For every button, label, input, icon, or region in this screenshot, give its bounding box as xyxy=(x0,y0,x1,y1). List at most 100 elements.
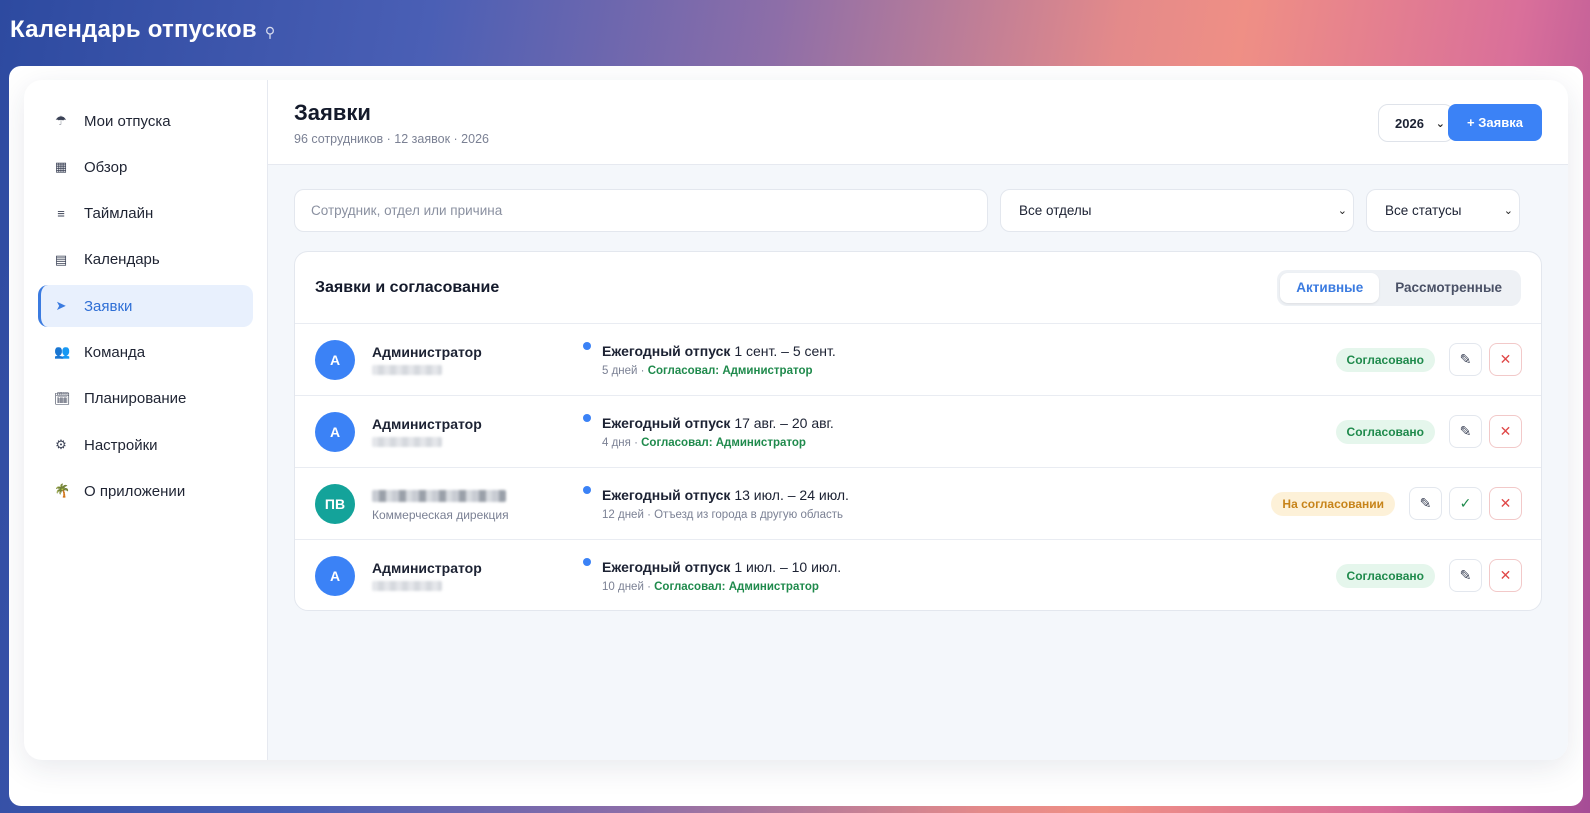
page-subtitle: 96 сотрудников · 12 заявок · 2026 xyxy=(294,132,489,146)
reject-button[interactable]: ✕ xyxy=(1489,415,1522,448)
vacation-type: Ежегодный отпуск xyxy=(602,343,731,359)
sidebar-item-my-vacations[interactable]: ☂ Мои отпуска xyxy=(38,100,253,142)
sidebar-item-timeline[interactable]: ≡ Таймлайн xyxy=(38,193,253,235)
status-value: Все статусы xyxy=(1385,203,1462,218)
tab-reviewed[interactable]: Рассмотренные xyxy=(1379,273,1518,303)
tabs-switch: Активные Рассмотренные xyxy=(1277,269,1521,306)
main-panel: ☂ Мои отпуска ▦ Обзор ≡ Таймлайн ▤ Кален… xyxy=(24,80,1568,760)
request-row: А Администратор Ежегодный отпуск 1 июл. … xyxy=(295,540,1541,610)
send-icon: ➤ xyxy=(55,298,67,314)
requests-card: Заявки и согласование Активные Рассмотре… xyxy=(294,251,1542,611)
vacation-days: 5 дней xyxy=(602,365,638,377)
status-select[interactable]: Все статусы ⌄ xyxy=(1366,189,1520,232)
sidebar: ☂ Мои отпуска ▦ Обзор ≡ Таймлайн ▤ Кален… xyxy=(24,80,268,760)
gear-icon: ⚙ xyxy=(55,437,67,453)
sidebar-item-label: Мои отпуска xyxy=(84,112,171,130)
card-header: Заявки и согласование Активные Рассмотре… xyxy=(295,252,1541,324)
vacation-info: Ежегодный отпуск 1 сент. – 5 сент. xyxy=(602,343,836,359)
reject-button[interactable]: ✕ xyxy=(1489,559,1522,592)
vacation-days: 10 дней xyxy=(602,581,644,593)
sidebar-item-calendar[interactable]: ▤ Календарь xyxy=(38,239,253,281)
status-badge: На согласовании xyxy=(1271,492,1395,516)
edit-button[interactable]: ✎ xyxy=(1409,487,1442,520)
sidebar-item-label: Настройки xyxy=(84,436,158,454)
department-value: Все отделы xyxy=(1019,203,1092,218)
edit-button[interactable]: ✎ xyxy=(1449,559,1482,592)
type-dot xyxy=(583,486,591,494)
close-icon: ✕ xyxy=(1499,567,1512,583)
redacted-text xyxy=(372,437,442,447)
type-dot xyxy=(583,414,591,422)
card-title: Заявки и согласование xyxy=(315,278,500,296)
vacation-dates: 1 июл. – 10 июл. xyxy=(734,559,842,575)
request-row: ПВ Коммерческая дирекция Ежегодный отпус… xyxy=(295,468,1541,540)
avatar: А xyxy=(315,412,355,452)
main-content: Заявки 96 сотрудников · 12 заявок · 2026… xyxy=(268,80,1568,760)
sidebar-item-overview[interactable]: ▦ Обзор xyxy=(38,146,253,188)
vacation-info: Ежегодный отпуск 17 авг. – 20 авг. xyxy=(602,415,834,431)
pencil-icon: ✎ xyxy=(1459,351,1472,367)
request-row: А Администратор Ежегодный отпуск 1 сент.… xyxy=(295,324,1541,396)
vacation-meta: 4 дня · Согласовал: Администратор xyxy=(602,437,806,449)
pencil-icon: ✎ xyxy=(1419,495,1432,511)
sidebar-item-planning[interactable]: 🗓 Планирование xyxy=(38,378,253,420)
reject-button[interactable]: ✕ xyxy=(1489,343,1522,376)
pencil-icon: ✎ xyxy=(1459,423,1472,439)
vacation-meta: 12 дней · Отъезд из города в другую обла… xyxy=(602,509,844,521)
app-header: Календарь отпусков ⚲ xyxy=(10,10,275,50)
tab-active[interactable]: Активные xyxy=(1280,272,1380,303)
close-icon: ✕ xyxy=(1499,423,1512,439)
edit-button[interactable]: ✎ xyxy=(1449,415,1482,448)
app-title: Календарь отпусков xyxy=(10,16,257,43)
sidebar-item-label: Команда xyxy=(84,343,146,361)
pencil-icon: ✎ xyxy=(1459,567,1472,583)
sidebar-item-label: Заявки xyxy=(84,297,133,315)
vacation-meta: 10 дней · Согласовал: Администратор xyxy=(602,581,819,593)
close-icon: ✕ xyxy=(1499,495,1512,511)
vacation-note: Согласовал: Администратор xyxy=(647,365,813,377)
sidebar-item-requests[interactable]: ➤ Заявки xyxy=(38,285,253,328)
close-icon: ✕ xyxy=(1499,351,1512,367)
vacation-dates: 1 сент. – 5 сент. xyxy=(734,343,836,359)
status-badge: Согласовано xyxy=(1335,348,1435,372)
chevron-down-icon: ⌄ xyxy=(1337,205,1347,217)
pin-icon[interactable]: ⚲ xyxy=(265,24,275,41)
filters-bar: Все отделы ⌄ Все статусы ⌄ xyxy=(294,189,1542,232)
planning-icon: 🗓 xyxy=(54,390,71,406)
reject-button[interactable]: ✕ xyxy=(1489,487,1522,520)
approve-button[interactable]: ✓ xyxy=(1449,487,1482,520)
employee-name: Администратор xyxy=(372,416,482,432)
team-icon: 👥 xyxy=(54,344,71,360)
vacation-type: Ежегодный отпуск xyxy=(602,559,731,575)
vacation-dates: 13 июл. – 24 июл. xyxy=(734,487,849,503)
sidebar-item-label: Обзор xyxy=(84,158,128,176)
sidebar-item-team[interactable]: 👥 Команда xyxy=(38,331,253,373)
department-select[interactable]: Все отделы ⌄ xyxy=(1000,189,1354,232)
check-icon: ✓ xyxy=(1459,495,1472,511)
search-input[interactable] xyxy=(294,189,988,232)
vacation-info: Ежегодный отпуск 13 июл. – 24 июл. xyxy=(602,487,849,503)
add-request-button[interactable]: + Заявка xyxy=(1448,104,1542,141)
vacation-note: Согласовал: Администратор xyxy=(654,581,819,593)
sidebar-item-about[interactable]: 🌴 О приложении xyxy=(38,470,253,512)
edit-button[interactable]: ✎ xyxy=(1449,343,1482,376)
sidebar-item-label: О приложении xyxy=(84,482,186,500)
redacted-text xyxy=(372,365,442,375)
sidebar-item-settings[interactable]: ⚙ Настройки xyxy=(38,424,253,466)
avatar: А xyxy=(315,340,355,380)
vacation-info: Ежегодный отпуск 1 июл. – 10 июл. xyxy=(602,559,841,575)
employee-department: Коммерческая дирекция xyxy=(372,508,509,522)
page-title: Заявки xyxy=(294,100,371,125)
type-dot xyxy=(583,342,591,350)
employee-name: Администратор xyxy=(372,344,482,360)
vacation-note: Согласовал: Администратор xyxy=(641,437,806,449)
vacation-meta: 5 дней · Согласовал: Администратор xyxy=(602,365,813,377)
lines-icon: ≡ xyxy=(57,206,65,222)
year-value: 2026 xyxy=(1395,115,1424,131)
redacted-text xyxy=(372,581,442,591)
year-select[interactable]: 2026 ⌄ xyxy=(1378,104,1454,142)
page-header: Заявки 96 сотрудников · 12 заявок · 2026… xyxy=(268,80,1568,165)
grid-icon: ▦ xyxy=(54,159,68,175)
umbrella-icon: ☂ xyxy=(55,113,67,128)
chevron-down-icon: ⌄ xyxy=(1435,117,1445,130)
